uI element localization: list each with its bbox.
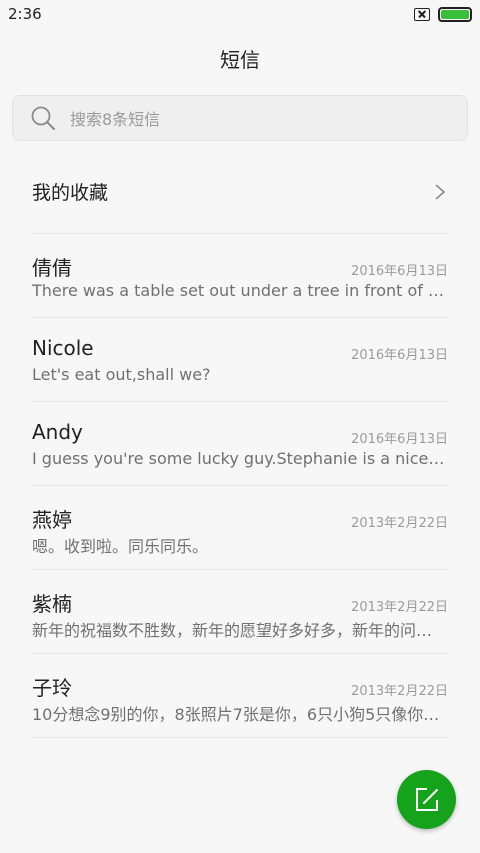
- conversation-preview: I guess you're some lucky guy.Stephanie …: [32, 449, 448, 468]
- chevron-right-icon: [435, 183, 446, 200]
- compose-icon: [415, 787, 438, 811]
- search-icon: [31, 106, 55, 130]
- conversation-list: 倩倩 2016年6月13日 There was a table set out …: [32, 234, 448, 738]
- conversation-date: 2013年2月22日: [351, 684, 448, 699]
- conversation-item[interactable]: 紫楠 2013年2月22日 新年的祝福数不胜数，新年的愿望好多好多，新年的问候送…: [32, 570, 448, 654]
- conversation-name: 子玲: [32, 676, 72, 700]
- favorites-label: 我的收藏: [32, 182, 109, 204]
- conversation-item[interactable]: Andy 2016年6月13日 I guess you're some luck…: [32, 402, 448, 486]
- conversation-name: 紫楠: [32, 592, 72, 616]
- conversation-preview: 10分想念9别的你，8张照片7张是你，6只小狗5只像你，4季平安: [32, 705, 448, 724]
- favorites-row[interactable]: 我的收藏: [32, 150, 448, 234]
- conversation-name: Andy: [32, 420, 83, 444]
- messages-screen: 2:36 短信 搜索8条短信 我的收藏 倩倩 2016年6月13日 There …: [0, 0, 480, 853]
- search-input[interactable]: 搜索8条短信: [12, 95, 468, 141]
- conversation-preview: There was a table set out under a tree i…: [32, 281, 448, 300]
- conversation-item[interactable]: Nicole 2016年6月13日 Let's eat out,shall we…: [32, 318, 448, 402]
- conversation-item[interactable]: 倩倩 2016年6月13日 There was a table set out …: [32, 234, 448, 318]
- conversation-preview: 新年的祝福数不胜数，新年的愿望好多好多，新年的问候送给你: [32, 621, 448, 640]
- conversation-preview: Let's eat out,shall we?: [32, 365, 211, 384]
- conversation-date: 2016年6月13日: [351, 348, 448, 363]
- status-time: 2:36: [8, 5, 42, 23]
- conversation-item[interactable]: 子玲 2013年2月22日 10分想念9别的你，8张照片7张是你，6只小狗5只像…: [32, 654, 448, 738]
- status-bar: 2:36: [0, 0, 480, 28]
- conversation-name: 倩倩: [32, 256, 72, 280]
- compose-button[interactable]: [397, 770, 456, 829]
- conversation-date: 2016年6月13日: [351, 432, 448, 447]
- conversation-item[interactable]: 燕婷 2013年2月22日 嗯。收到啦。同乐同乐。: [32, 486, 448, 570]
- status-icons: [414, 6, 472, 22]
- sim-disabled-icon: [414, 7, 430, 21]
- page-title: 短信: [220, 48, 260, 72]
- conversation-date: 2013年2月22日: [351, 600, 448, 615]
- battery-icon: [438, 6, 472, 22]
- conversation-preview: 嗯。收到啦。同乐同乐。: [32, 537, 209, 556]
- conversation-name: 燕婷: [32, 508, 72, 532]
- search-placeholder: 搜索8条短信: [70, 110, 161, 129]
- conversation-name: Nicole: [32, 336, 94, 360]
- conversation-date: 2016年6月13日: [351, 264, 448, 279]
- battery-level-fill: [441, 9, 469, 19]
- conversation-date: 2013年2月22日: [351, 516, 448, 531]
